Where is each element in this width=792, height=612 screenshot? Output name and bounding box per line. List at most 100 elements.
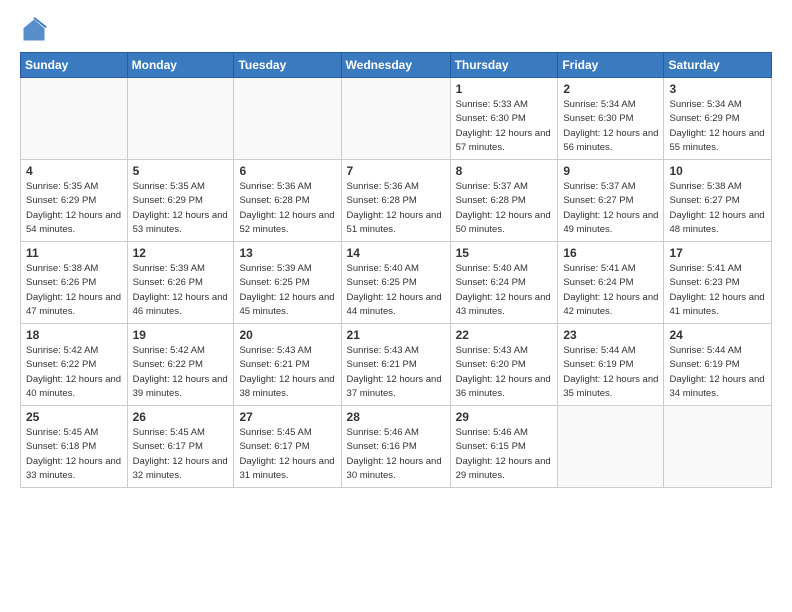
calendar-cell: 16 Sunrise: 5:41 AMSunset: 6:24 PMDayligh… bbox=[558, 242, 664, 324]
day-number: 14 bbox=[347, 246, 445, 260]
day-info: Sunrise: 5:44 AMSunset: 6:19 PMDaylight:… bbox=[563, 344, 658, 401]
day-number: 8 bbox=[456, 164, 553, 178]
day-number: 16 bbox=[563, 246, 658, 260]
day-number: 28 bbox=[347, 410, 445, 424]
day-info: Sunrise: 5:40 AMSunset: 6:24 PMDaylight:… bbox=[456, 262, 553, 319]
day-info: Sunrise: 5:40 AMSunset: 6:25 PMDaylight:… bbox=[347, 262, 445, 319]
day-number: 26 bbox=[133, 410, 229, 424]
calendar-cell: 17Sunrise: 5:41 AMSunset: 6:23 PMDayligh… bbox=[664, 242, 772, 324]
week-row-2: 4 Sunrise: 5:35 AMSunset: 6:29 PMDaylight… bbox=[21, 160, 772, 242]
day-info: Sunrise: 5:45 AMSunset: 6:17 PMDaylight:… bbox=[133, 426, 229, 483]
calendar-cell: 2Sunrise: 5:34 AMSunset: 6:30 PMDaylight… bbox=[558, 78, 664, 160]
day-info: Sunrise: 5:45 AMSunset: 6:18 PMDaylight:… bbox=[26, 426, 122, 483]
day-number: 4 bbox=[26, 164, 122, 178]
calendar-cell: 9 Sunrise: 5:37 AMSunset: 6:27 PMDaylight… bbox=[558, 160, 664, 242]
day-info: Sunrise: 5:41 AMSunset: 6:24 PMDaylight:… bbox=[563, 262, 658, 319]
calendar-cell: 26 Sunrise: 5:45 AMSunset: 6:17 PMDayligh… bbox=[127, 406, 234, 488]
calendar-cell bbox=[21, 78, 128, 160]
logo bbox=[20, 16, 52, 44]
col-header-wednesday: Wednesday bbox=[341, 53, 450, 78]
calendar-cell: 15 Sunrise: 5:40 AMSunset: 6:24 PMDayligh… bbox=[450, 242, 558, 324]
col-header-tuesday: Tuesday bbox=[234, 53, 341, 78]
day-number: 5 bbox=[133, 164, 229, 178]
calendar-cell: 8 Sunrise: 5:37 AMSunset: 6:28 PMDaylight… bbox=[450, 160, 558, 242]
col-header-sunday: Sunday bbox=[21, 53, 128, 78]
day-number: 13 bbox=[239, 246, 335, 260]
col-header-saturday: Saturday bbox=[664, 53, 772, 78]
calendar-cell: 3 Sunrise: 5:34 AMSunset: 6:29 PMDaylight… bbox=[664, 78, 772, 160]
day-number: 11 bbox=[26, 246, 122, 260]
calendar-cell: 12 Sunrise: 5:39 AMSunset: 6:26 PMDayligh… bbox=[127, 242, 234, 324]
day-info: Sunrise: 5:35 AMSunset: 6:29 PMDaylight:… bbox=[133, 180, 229, 237]
calendar-table: SundayMondayTuesdayWednesdayThursdayFrid… bbox=[20, 52, 772, 488]
day-info: Sunrise: 5:38 AMSunset: 6:27 PMDaylight:… bbox=[669, 180, 766, 237]
calendar-cell: 22 Sunrise: 5:43 AMSunset: 6:20 PMDayligh… bbox=[450, 324, 558, 406]
logo-icon bbox=[20, 16, 48, 44]
day-info: Sunrise: 5:35 AMSunset: 6:29 PMDaylight:… bbox=[26, 180, 122, 237]
header bbox=[20, 16, 772, 44]
week-row-1: 1 Sunrise: 5:33 AMSunset: 6:30 PMDaylight… bbox=[21, 78, 772, 160]
day-number: 7 bbox=[347, 164, 445, 178]
week-row-4: 18Sunrise: 5:42 AMSunset: 6:22 PMDayligh… bbox=[21, 324, 772, 406]
day-info: Sunrise: 5:43 AMSunset: 6:21 PMDaylight:… bbox=[239, 344, 335, 401]
day-info: Sunrise: 5:34 AMSunset: 6:29 PMDaylight:… bbox=[669, 98, 766, 155]
calendar-cell bbox=[664, 406, 772, 488]
day-info: Sunrise: 5:39 AMSunset: 6:25 PMDaylight:… bbox=[239, 262, 335, 319]
day-number: 19 bbox=[133, 328, 229, 342]
day-info: Sunrise: 5:45 AMSunset: 6:17 PMDaylight:… bbox=[239, 426, 335, 483]
day-number: 3 bbox=[669, 82, 766, 96]
col-header-friday: Friday bbox=[558, 53, 664, 78]
day-number: 15 bbox=[456, 246, 553, 260]
day-number: 29 bbox=[456, 410, 553, 424]
calendar-cell: 19 Sunrise: 5:42 AMSunset: 6:22 PMDayligh… bbox=[127, 324, 234, 406]
day-number: 27 bbox=[239, 410, 335, 424]
day-info: Sunrise: 5:36 AMSunset: 6:28 PMDaylight:… bbox=[239, 180, 335, 237]
day-number: 6 bbox=[239, 164, 335, 178]
day-number: 24 bbox=[669, 328, 766, 342]
day-number: 10 bbox=[669, 164, 766, 178]
calendar-cell: 4 Sunrise: 5:35 AMSunset: 6:29 PMDaylight… bbox=[21, 160, 128, 242]
day-number: 23 bbox=[563, 328, 658, 342]
day-info: Sunrise: 5:46 AMSunset: 6:15 PMDaylight:… bbox=[456, 426, 553, 483]
calendar-cell: 14 Sunrise: 5:40 AMSunset: 6:25 PMDayligh… bbox=[341, 242, 450, 324]
day-info: Sunrise: 5:43 AMSunset: 6:21 PMDaylight:… bbox=[347, 344, 445, 401]
day-info: Sunrise: 5:38 AMSunset: 6:26 PMDaylight:… bbox=[26, 262, 122, 319]
day-info: Sunrise: 5:33 AMSunset: 6:30 PMDaylight:… bbox=[456, 98, 553, 155]
calendar-cell: 7 Sunrise: 5:36 AMSunset: 6:28 PMDaylight… bbox=[341, 160, 450, 242]
day-number: 17 bbox=[669, 246, 766, 260]
day-number: 22 bbox=[456, 328, 553, 342]
calendar-cell bbox=[558, 406, 664, 488]
day-number: 20 bbox=[239, 328, 335, 342]
day-info: Sunrise: 5:42 AMSunset: 6:22 PMDaylight:… bbox=[26, 344, 122, 401]
calendar-cell: 21 Sunrise: 5:43 AMSunset: 6:21 PMDayligh… bbox=[341, 324, 450, 406]
day-number: 12 bbox=[133, 246, 229, 260]
calendar-cell: 18Sunrise: 5:42 AMSunset: 6:22 PMDayligh… bbox=[21, 324, 128, 406]
calendar-cell: 24Sunrise: 5:44 AMSunset: 6:19 PMDayligh… bbox=[664, 324, 772, 406]
day-info: Sunrise: 5:42 AMSunset: 6:22 PMDaylight:… bbox=[133, 344, 229, 401]
calendar-cell: 25 Sunrise: 5:45 AMSunset: 6:18 PMDayligh… bbox=[21, 406, 128, 488]
calendar-cell: 20 Sunrise: 5:43 AMSunset: 6:21 PMDayligh… bbox=[234, 324, 341, 406]
day-info: Sunrise: 5:39 AMSunset: 6:26 PMDaylight:… bbox=[133, 262, 229, 319]
calendar-cell: 27 Sunrise: 5:45 AMSunset: 6:17 PMDayligh… bbox=[234, 406, 341, 488]
day-info: Sunrise: 5:37 AMSunset: 6:28 PMDaylight:… bbox=[456, 180, 553, 237]
day-number: 25 bbox=[26, 410, 122, 424]
calendar-cell: 11 Sunrise: 5:38 AMSunset: 6:26 PMDayligh… bbox=[21, 242, 128, 324]
week-row-5: 25 Sunrise: 5:45 AMSunset: 6:18 PMDayligh… bbox=[21, 406, 772, 488]
col-header-thursday: Thursday bbox=[450, 53, 558, 78]
day-info: Sunrise: 5:43 AMSunset: 6:20 PMDaylight:… bbox=[456, 344, 553, 401]
col-header-monday: Monday bbox=[127, 53, 234, 78]
calendar-cell bbox=[127, 78, 234, 160]
day-number: 1 bbox=[456, 82, 553, 96]
day-info: Sunrise: 5:46 AMSunset: 6:16 PMDaylight:… bbox=[347, 426, 445, 483]
calendar-cell: 10 Sunrise: 5:38 AMSunset: 6:27 PMDayligh… bbox=[664, 160, 772, 242]
day-number: 2 bbox=[563, 82, 658, 96]
calendar-cell: 6 Sunrise: 5:36 AMSunset: 6:28 PMDaylight… bbox=[234, 160, 341, 242]
calendar-cell: 13 Sunrise: 5:39 AMSunset: 6:25 PMDayligh… bbox=[234, 242, 341, 324]
day-info: Sunrise: 5:37 AMSunset: 6:27 PMDaylight:… bbox=[563, 180, 658, 237]
day-info: Sunrise: 5:36 AMSunset: 6:28 PMDaylight:… bbox=[347, 180, 445, 237]
day-number: 9 bbox=[563, 164, 658, 178]
calendar-cell: 23 Sunrise: 5:44 AMSunset: 6:19 PMDayligh… bbox=[558, 324, 664, 406]
day-number: 21 bbox=[347, 328, 445, 342]
calendar-cell: 1 Sunrise: 5:33 AMSunset: 6:30 PMDaylight… bbox=[450, 78, 558, 160]
calendar-cell bbox=[341, 78, 450, 160]
